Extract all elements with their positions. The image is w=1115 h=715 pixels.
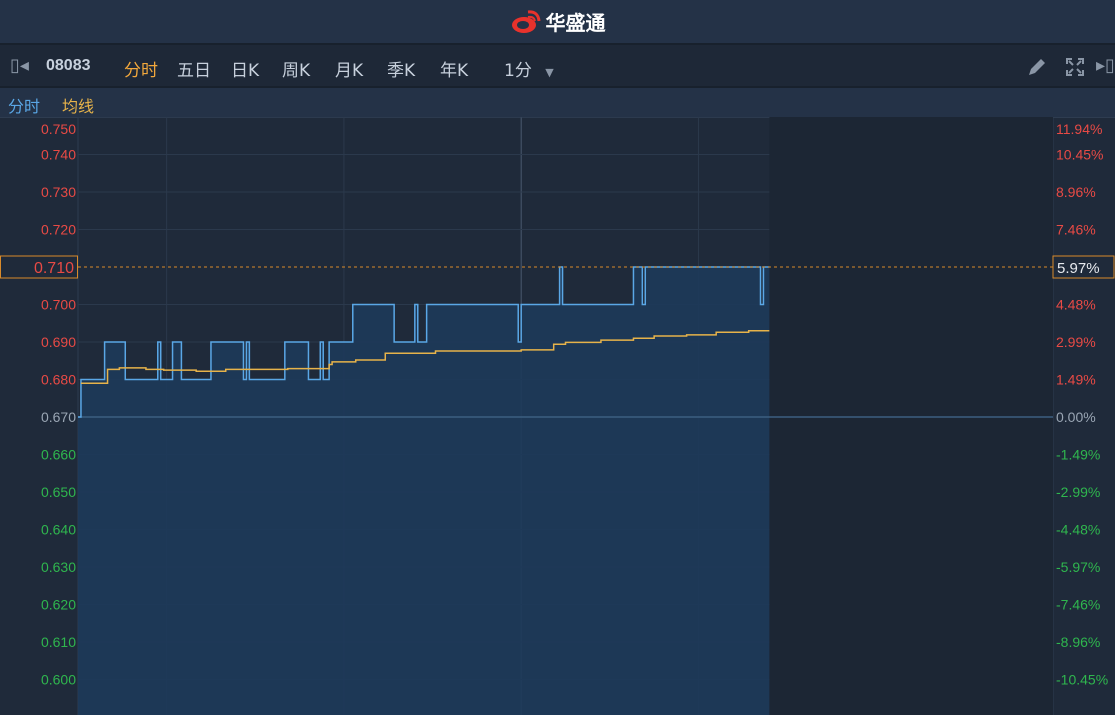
price-axis-label: 0.620 [41, 597, 76, 613]
percent-axis-label: -8.96% [1056, 634, 1100, 650]
price-axis-label: 0.680 [41, 372, 76, 388]
price-axis-label: 0.700 [41, 297, 76, 313]
percent-axis-label: 4.48% [1056, 297, 1096, 313]
price-axis-label: 0.670 [41, 409, 76, 425]
percent-axis-label: -10.45% [1056, 672, 1108, 688]
price-axis-label: 0.730 [41, 184, 76, 200]
tab-monthly-k[interactable]: 月K [335, 56, 363, 81]
tab-intraday[interactable]: 分时 [124, 56, 158, 81]
stock-code: 08083 [46, 57, 91, 74]
chevron-down-icon: ▼ [545, 66, 554, 79]
price-axis-label: 0.740 [41, 147, 76, 163]
title-bar: 华盛通 [0, 0, 1115, 45]
tab-five-day[interactable]: 五日 [177, 56, 211, 81]
percent-axis-label: 0.00% [1056, 409, 1096, 425]
weibo-eye-icon [511, 9, 540, 33]
percent-axis-label: 2.99% [1056, 334, 1096, 350]
price-axis-label: 0.600 [41, 672, 76, 688]
price-axis-label: 0.720 [41, 222, 76, 238]
percent-axis-label: -1.49% [1056, 447, 1100, 463]
price-axis-label: 0.660 [41, 447, 76, 463]
tab-quarterly-k[interactable]: 季K [387, 56, 415, 81]
legend-average-line: 均线 [62, 97, 95, 116]
price-axis-label: 0.650 [41, 484, 76, 500]
tab-weekly-k[interactable]: 周K [282, 56, 310, 81]
empty-future-region [769, 117, 1053, 715]
percent-axis-label: -5.97% [1056, 559, 1100, 575]
percent-axis-label: 8.96% [1056, 184, 1096, 200]
percent-axis-label: 7.46% [1056, 222, 1096, 238]
toolbar: ▯◂ 08083 分时 五日 日K 周K 月K 季K 年K 1分 ▼ ▸▯ [0, 45, 1115, 88]
price-area-fill [78, 267, 770, 715]
percent-axis-label: -2.99% [1056, 484, 1100, 500]
percent-axis-label: 11.94% [1056, 121, 1102, 137]
percent-axis-label: 1.49% [1056, 372, 1096, 388]
interval-value: 1分 [504, 61, 532, 81]
intraday-chart[interactable]: 0.750 11.94% 0.740 10.45% 0.730 8.96% 0.720 7.4… [0, 117, 1115, 715]
price-axis-label: 0.750 [41, 121, 76, 137]
legend-price-line: 分时 [8, 97, 41, 116]
fullscreen-icon[interactable] [1065, 57, 1085, 77]
collapse-left-icon[interactable]: ▯◂ [10, 55, 29, 76]
price-axis-label: 0.640 [41, 522, 76, 538]
percent-axis-label: 10.45% [1056, 147, 1103, 163]
collapse-right-icon[interactable]: ▸▯ [1096, 55, 1115, 76]
price-axis-label: 0.610 [41, 634, 76, 650]
percent-axis-label: -7.46% [1056, 597, 1100, 613]
percent-axis-label: -4.48% [1056, 522, 1100, 538]
app-logo: 华盛通 [510, 7, 606, 36]
chart-legend: 分时 均线 [0, 88, 1115, 117]
app-name: 华盛通 [545, 11, 606, 35]
crosshair-price-label: 0.710 [34, 260, 74, 277]
interval-select[interactable]: 1分 ▼ [504, 56, 554, 81]
tab-daily-k[interactable]: 日K [231, 56, 259, 81]
crosshair-percent-label: 5.97% [1057, 260, 1100, 277]
price-axis-label: 0.690 [41, 334, 76, 350]
tab-yearly-k[interactable]: 年K [440, 56, 468, 81]
price-axis-label: 0.630 [41, 559, 76, 575]
pencil-icon[interactable] [1026, 57, 1048, 77]
